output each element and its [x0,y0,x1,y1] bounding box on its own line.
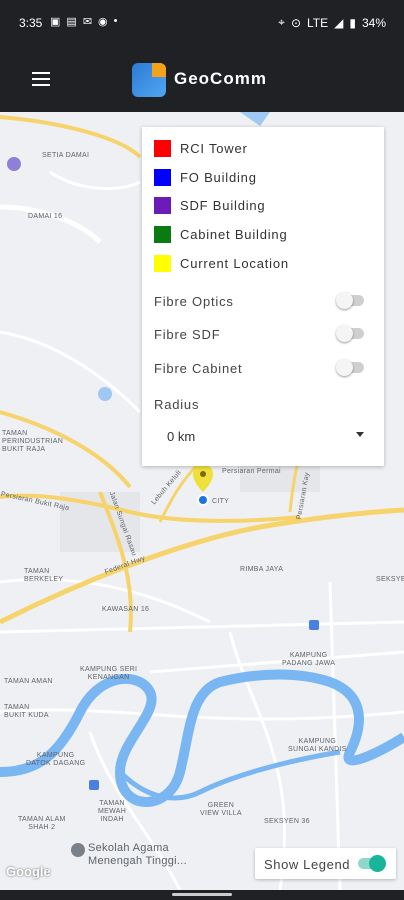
toggle-fibre-optics: Fibre Optics [154,292,374,312]
show-legend-control: Show Legend [255,848,396,879]
legend-label: RCI Tower [180,140,248,156]
fibre-sdf-switch[interactable] [336,325,364,342]
fo-building-swatch [154,168,171,186]
map-label-seksyen36: SEKSYEN 36 [264,818,310,825]
home-gesture-handle[interactable] [172,893,232,896]
notification-icons: ▣ ▤ ✉ ◉ • [50,15,118,28]
map-label-kampung-datok-dagang: KAMPUNG DATOK DAGANG [26,752,86,767]
map-label-green-view-villa: GREEN VIEW VILLA [200,802,242,817]
rci-tower-swatch [154,139,171,157]
radius-value: 0 km [167,429,196,444]
gmail-icon: ✉ [82,16,93,28]
map-label-kawasan16: KAWASAN 16 [102,606,150,613]
radius-label: Radius [154,397,200,412]
map-label-taman-bukit-kuda: TAMAN BUKIT KUDA [4,704,49,719]
map-label-taman-berkeley: TAMAN BERKELEY [24,568,64,583]
status-bar: 3:35 ▣ ▤ ✉ ◉ • ⌖ ⊙ LTE ◢ ▮ 34% [0,0,404,46]
toggle-label: Fibre Cabinet [154,361,243,376]
legend-label: FO Building [180,169,257,185]
sdf-building-swatch [154,196,171,214]
system-nav-bar [0,890,404,900]
app-icon: ◉ [98,16,108,28]
legend-item-sdf-building: SDF Building [154,196,265,214]
map-label-taman-mewah-indah: TAMAN MEWAH INDAH [98,800,127,823]
map-label-kampung-padang-jawa: KAMPUNG PADANG JAWA [282,652,336,667]
legend-item-cabinet-building: Cabinet Building [154,225,287,243]
signal-icon: ◢ [334,15,344,30]
map-label-persiaran-permai: Persiaran Permai [222,468,281,475]
map-label-taman-alam-shah: TAMAN ALAM SHAH 2 [18,816,66,831]
map-label-damai16: DAMAI 16 [28,213,63,220]
current-location-swatch [154,254,171,272]
map-label-kampung-sungai-kandis: KAMPUNG SUNGAI KANDIS [288,738,347,753]
app-bar: GeoComm [0,46,404,112]
map-label-kampung-seri-kenangan: KAMPUNG SERI KENANGAN [80,666,138,681]
status-time: 3:35 [19,16,43,30]
google-attribution: Google [6,864,51,879]
legend-label: Cabinet Building [180,226,288,242]
menu-icon[interactable] [32,72,50,86]
battery-icon: ▮ [349,15,356,30]
show-legend-switch[interactable] [358,855,386,872]
toggle-label: Fibre SDF [154,327,221,342]
legend-item-current-location: Current Location [154,254,289,272]
legend-item-rci-tower: RCI Tower [154,139,248,157]
calendar-icon: ▤ [66,16,77,28]
map-label-seksyen: SEKSYE [376,576,404,583]
toggle-fibre-cabinet: Fibre Cabinet [154,359,374,379]
map-label-taman-aman: TAMAN AMAN [4,678,53,685]
dropdown-caret-icon [356,432,364,437]
status-right: ⌖ ⊙ LTE ◢ ▮ 34% [278,15,386,30]
map-label-setia-damai: SETIA DAMAI [42,152,90,159]
toggle-fibre-sdf: Fibre SDF [154,325,374,345]
map-label-taman-perindustrian: TAMAN PERINDUSTRIAN BUKIT RAJA [2,430,64,453]
toggle-label: Fibre Optics [154,294,234,309]
legend-item-fo-building: FO Building [154,168,257,186]
location-icon: ⌖ [278,15,285,29]
app-title: GeoComm [174,69,267,88]
dot-icon: • [113,15,118,27]
legend-label: Current Location [180,255,289,271]
car-icon: ⊙ [290,15,301,30]
legend-panel: RCI Tower FO Building SDF Building Cabin… [142,127,384,466]
network-label: LTE [307,15,329,30]
shield-icon: ▣ [50,16,61,28]
map-label-sekolah: Sekolah Agama Menengah Tinggi... [88,842,187,867]
cabinet-building-swatch [154,225,171,243]
legend-label: SDF Building [180,197,266,213]
map-label-rimba-jaya: RIMBA JAYA [240,566,284,573]
radius-select[interactable]: 0 km [154,422,366,450]
fibre-cabinet-switch[interactable] [336,359,364,376]
battery-level: 34% [361,15,386,30]
fibre-optics-switch[interactable] [336,292,364,309]
show-legend-label: Show Legend [264,857,351,872]
app-logo [132,63,166,97]
map-label-city: CITY [212,498,230,505]
